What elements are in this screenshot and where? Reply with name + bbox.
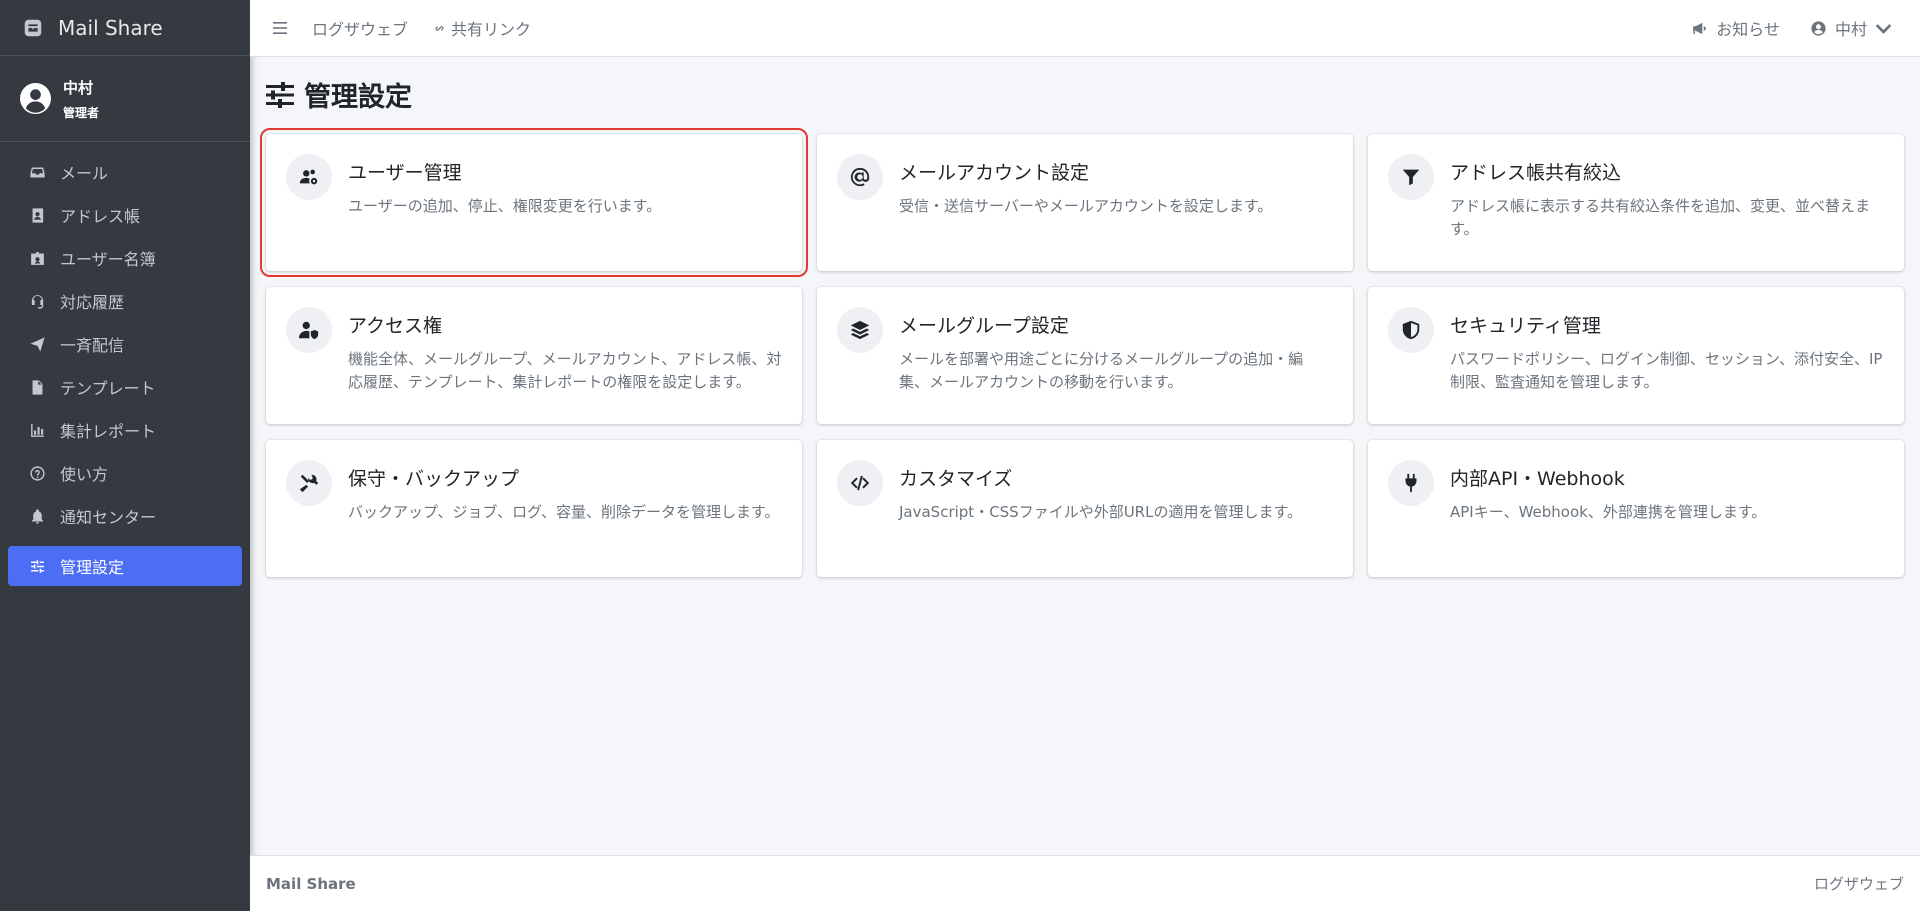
card-title: メールアカウント設定: [899, 162, 1090, 184]
sidebar-item-admin-settings[interactable]: 管理設定: [8, 546, 242, 586]
mail-box-icon: [24, 19, 42, 36]
card-title: 内部API・Webhook: [1450, 468, 1625, 490]
footer-company-link[interactable]: ログザウェブ: [1814, 873, 1904, 894]
card-title: 保守・バックアップ: [348, 468, 520, 490]
card-title: ユーザー管理: [348, 162, 462, 184]
notices-link[interactable]: お知らせ: [1691, 16, 1780, 40]
card-title: メールグループ設定: [899, 315, 1069, 337]
card-mail-account-settings[interactable]: メールアカウント設定 受信・送信サーバーやメールアカウントを設定します。: [817, 134, 1353, 271]
layers-icon: [837, 307, 883, 353]
sidebar-item-label: 集計レポート: [60, 422, 157, 441]
sidebar-item-broadcast[interactable]: 一斉配信: [8, 324, 242, 364]
sidebar: Mail Share 中村 管理者 メール アドレス帳 ユーザー名簿 対応履歴: [0, 0, 250, 911]
chevron-down-icon: [1875, 23, 1892, 34]
inbox-icon: [28, 163, 46, 181]
card-title: カスタマイズ: [899, 468, 1013, 490]
sidebar-nav: メール アドレス帳 ユーザー名簿 対応履歴 一斉配信 テンプレート 集計レポート: [0, 142, 250, 599]
card-description: 受信・送信サーバーやメールアカウントを設定します。: [899, 197, 1273, 215]
brand[interactable]: Mail Share: [0, 0, 250, 56]
sliders-icon: [266, 81, 294, 108]
card-user-management[interactable]: ユーザー管理 ユーザーの追加、停止、権限変更を行います。: [260, 128, 808, 277]
plug-icon: [1388, 460, 1434, 506]
user-shield-icon: [286, 307, 332, 353]
shield-icon: [1388, 307, 1434, 353]
user-panel[interactable]: 中村 管理者: [0, 56, 250, 142]
page-title-text: 管理設定: [304, 82, 412, 113]
headset-icon: [28, 292, 46, 310]
card-title: アクセス権: [348, 315, 443, 337]
notices-label: お知らせ: [1716, 20, 1780, 39]
card-access-rights[interactable]: アクセス権 機能全体、メールグループ、メールアカウント、アドレス帳、対応履歴、テ…: [266, 287, 802, 424]
topbar: ログザウェブ 共有リンク お知らせ 中村: [250, 0, 1920, 57]
card-description: JavaScript・CSSファイルや外部URLの適用を管理します。: [899, 503, 1302, 521]
card-description: バックアップ、ジョブ、ログ、容量、削除データを管理します。: [348, 503, 780, 521]
tools-icon: [286, 460, 332, 506]
card-customize[interactable]: カスタマイズ JavaScript・CSSファイルや外部URLの適用を管理します…: [817, 440, 1353, 577]
sidebar-item-templates[interactable]: テンプレート: [8, 367, 242, 407]
card-description: ユーザーの追加、停止、権限変更を行います。: [348, 197, 662, 215]
sidebar-item-label: 使い方: [60, 465, 109, 484]
hamburger-menu-icon[interactable]: [272, 20, 288, 36]
main-content: 管理設定 ユーザー管理 ユーザーの追加、停止、権限変更を行います。 メールアカウ…: [250, 57, 1920, 855]
file-icon: [28, 378, 46, 396]
sidebar-item-label: テンプレート: [60, 379, 156, 398]
address-book-icon: [28, 206, 46, 224]
filter-icon: [1388, 154, 1434, 200]
share-link[interactable]: 共有リンク: [432, 16, 531, 40]
brand-name: Mail Share: [58, 15, 163, 40]
users-gear-icon: [286, 154, 332, 200]
card-description: パスワードポリシー、ログイン制御、セッション、添付安全、IP制限、監査通知を管理…: [1450, 350, 1883, 392]
user-circle-icon: [1811, 20, 1826, 36]
bell-icon: [28, 507, 46, 525]
card-description: メールを部署や用途ごとに分けるメールグループの追加・編集、メールアカウントの移動…: [899, 350, 1304, 392]
id-badge-icon: [28, 249, 46, 267]
sliders-icon: [28, 557, 46, 575]
sidebar-item-user-directory[interactable]: ユーザー名簿: [8, 238, 242, 278]
card-description: APIキー、Webhook、外部連携を管理します。: [1450, 503, 1767, 521]
user-avatar-icon: [20, 83, 51, 114]
sidebar-item-label: メール: [60, 164, 109, 183]
sidebar-item-help[interactable]: 使い方: [8, 453, 242, 493]
card-title: セキュリティ管理: [1450, 315, 1601, 337]
sidebar-item-address-book[interactable]: アドレス帳: [8, 195, 242, 235]
logs-link-label: ログザウェブ: [312, 20, 409, 39]
card-description: 機能全体、メールグループ、メールアカウント、アドレス帳、対応履歴、テンプレート、…: [348, 350, 782, 392]
sidebar-item-label: 管理設定: [60, 558, 125, 577]
card-mail-group-settings[interactable]: メールグループ設定 メールを部署や用途ごとに分けるメールグループの追加・編集、メ…: [817, 287, 1353, 424]
logs-link[interactable]: ログザウェブ: [312, 16, 408, 40]
question-circle-icon: [28, 464, 46, 482]
sidebar-item-history[interactable]: 対応履歴: [8, 281, 242, 321]
card-maintenance-backup[interactable]: 保守・バックアップ バックアップ、ジョブ、ログ、容量、削除データを管理します。: [266, 440, 802, 577]
sidebar-item-label: 通知センター: [60, 508, 157, 527]
bar-chart-icon: [28, 421, 46, 439]
user-name: 中村: [63, 78, 94, 97]
sidebar-item-reports[interactable]: 集計レポート: [8, 410, 242, 450]
footer-brand: Mail Share: [266, 874, 356, 893]
card-description: アドレス帳に表示する共有絞込条件を追加、変更、並べ替えます。: [1450, 197, 1871, 239]
sidebar-item-label: 対応履歴: [60, 293, 125, 312]
page-title: 管理設定: [266, 75, 1904, 114]
link-icon: [435, 25, 444, 31]
user-menu-label: 中村: [1834, 20, 1867, 39]
sidebar-item-label: 一斉配信: [60, 336, 125, 355]
at-sign-icon: [837, 154, 883, 200]
user-role: 管理者: [63, 105, 100, 120]
card-internal-api-webhook[interactable]: 内部API・Webhook APIキー、Webhook、外部連携を管理します。: [1368, 440, 1904, 577]
code-icon: [837, 460, 883, 506]
sidebar-item-mail[interactable]: メール: [8, 152, 242, 192]
card-security-management[interactable]: セキュリティ管理 パスワードポリシー、ログイン制御、セッション、添付安全、IP制…: [1368, 287, 1904, 424]
user-menu-dropdown[interactable]: 中村: [1810, 16, 1900, 40]
footer: Mail Share ログザウェブ: [250, 855, 1920, 911]
share-link-label: 共有リンク: [451, 20, 532, 39]
sidebar-item-notifications[interactable]: 通知センター: [8, 496, 242, 536]
megaphone-icon: [1693, 22, 1707, 34]
settings-grid: ユーザー管理 ユーザーの追加、停止、権限変更を行います。 メールアカウント設定 …: [260, 128, 1904, 577]
card-title: アドレス帳共有絞込: [1450, 162, 1622, 184]
sidebar-item-label: アドレス帳: [60, 207, 141, 226]
card-address-book-filter[interactable]: アドレス帳共有絞込 アドレス帳に表示する共有絞込条件を追加、変更、並べ替えます。: [1368, 134, 1904, 271]
sidebar-item-label: ユーザー名簿: [60, 250, 156, 269]
paper-plane-icon: [28, 335, 46, 353]
